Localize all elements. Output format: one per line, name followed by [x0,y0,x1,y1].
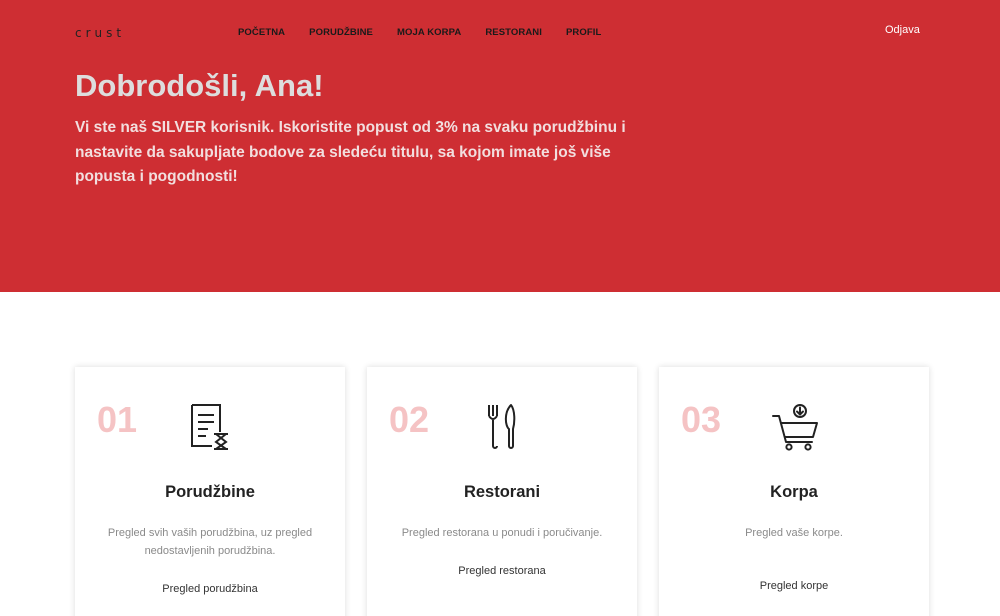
card-restaurants: 02 Restorani Pregled restorana u ponudi … [367,367,637,616]
card-number: 01 [97,399,138,440]
nav-restaurants[interactable]: RESTORANI [485,27,542,38]
card-title: Restorani [463,483,541,501]
fork-knife-icon [488,404,516,449]
card-number: 02 [389,399,430,440]
card-title: Korpa [770,483,818,501]
card-description: Pregled svih vaših porudžbina, uz pregle… [107,527,313,557]
nav-orders[interactable]: PORUDŽBINE [309,27,373,38]
nav-home[interactable]: POČETNA [238,27,285,38]
logo[interactable]: crust [75,26,125,40]
card-title: Porudžbine [165,483,255,501]
hero-banner: crust POČETNA PORUDŽBINE MOJA KORPA REST… [0,0,1000,292]
card-cart: 03 Korpa Pregled vaše korpe. Pregled kor… [659,367,929,616]
shopping-cart-icon [772,404,818,451]
logout-link[interactable]: Odjava [885,24,920,36]
order-list-icon [191,404,228,450]
card-description: Pregled vaše korpe. [745,527,843,539]
card-number: 03 [681,399,722,440]
view-cart-link[interactable]: Pregled korpe [659,580,929,592]
card-description: Pregled restorana u ponudi i poručivanje… [401,527,603,539]
welcome-title: Dobrodošli, Ana! [75,68,324,103]
view-restaurants-link[interactable]: Pregled restorana [367,565,637,577]
card-orders: 01 Porudžbine Pregled svih vaših porudžb… [75,367,345,616]
nav-profile[interactable]: PROFIL [566,27,601,38]
welcome-subtitle: Vi ste naš SILVER korisnik. Iskoristite … [75,119,626,185]
nav-my-cart[interactable]: MOJA KORPA [397,27,461,38]
main-nav: POČETNA PORUDŽBINE MOJA KORPA RESTORANI … [238,27,625,38]
view-orders-link[interactable]: Pregled porudžbina [75,583,345,595]
